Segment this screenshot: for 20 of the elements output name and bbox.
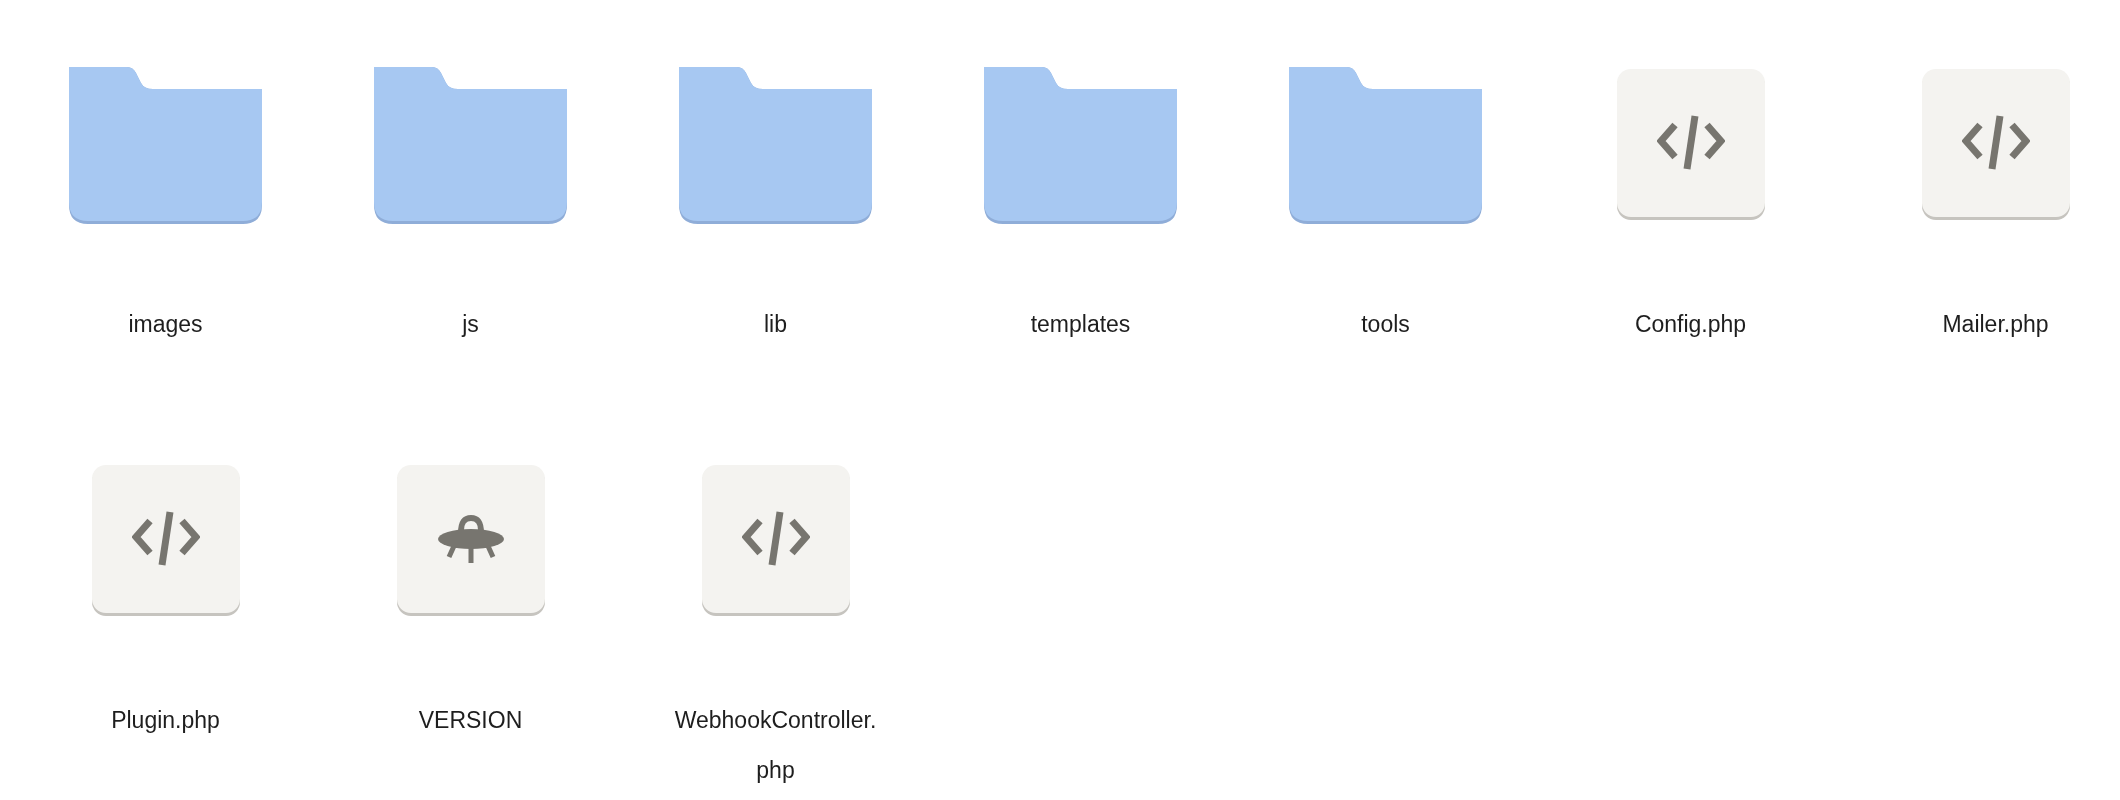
file-item[interactable]: VERSION [318,463,623,795]
code-icon [741,511,810,567]
folder-item[interactable]: templates [928,67,1233,349]
ufo-icon [437,513,504,565]
file-item[interactable]: Config.php [1538,67,1843,349]
folder-item[interactable]: lib [623,67,928,349]
code-icon [1656,115,1725,171]
folder-item[interactable]: js [318,67,623,349]
code-icon [131,511,200,567]
folder-icon [374,67,567,224]
folder-icon [69,67,262,224]
folder-item[interactable]: tools [1233,67,1538,349]
file-item[interactable]: Mailer.php [1843,67,2120,349]
folder-icon [679,67,872,224]
code-icon [1961,115,2030,171]
folder-icon [984,67,1177,224]
file-item[interactable]: Plugin.php [13,463,318,795]
folder-item[interactable]: images [13,67,318,349]
file-item[interactable]: WebhookController.php [623,463,928,795]
folder-icon [1289,67,1482,224]
